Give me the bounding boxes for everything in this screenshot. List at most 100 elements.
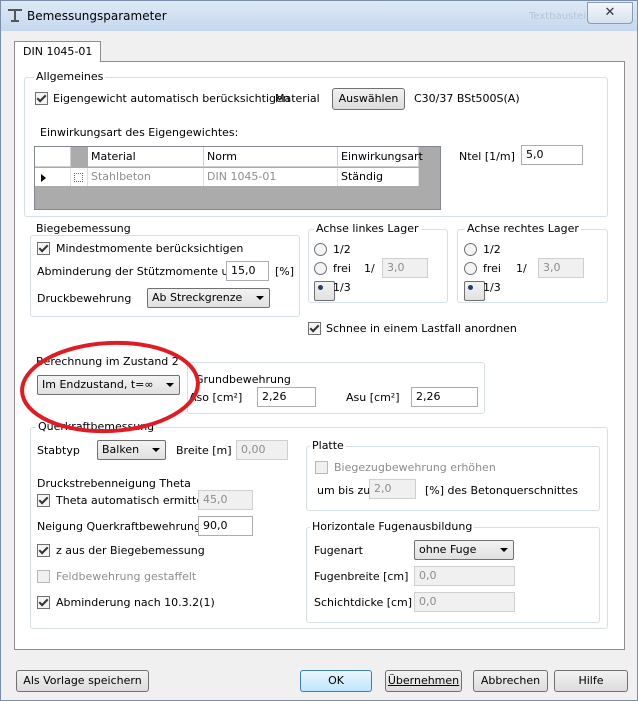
achse-links-radio-1-3[interactable]	[314, 281, 335, 301]
chevron-down-icon	[152, 448, 160, 452]
schnee-checkbox[interactable]	[308, 322, 321, 335]
aso-input[interactable]: 2,26	[257, 387, 316, 407]
feldbewehrung-label: Feldbewehrung gestaffelt	[56, 570, 197, 583]
cancel-button[interactable]: Abbrechen	[473, 670, 548, 692]
biegezug-label: Biegezugbewehrung erhöhen	[334, 461, 496, 474]
schnee-label: Schnee in einem Lastfall anordnen	[326, 322, 517, 335]
close-icon: ✕	[604, 5, 616, 20]
ntel-label: Ntel [1/m]	[459, 150, 515, 163]
breite-input[interactable]: 0,00	[236, 440, 288, 460]
achse-links-radio-frei[interactable]	[314, 262, 327, 275]
stabtyp-select[interactable]: Balken	[97, 440, 166, 460]
achse-rechts-label-1-3: 1/3	[483, 281, 501, 294]
theta-auto-label: Theta automatisch ermitteln	[56, 494, 214, 507]
auswaehlen-label: Auswählen	[338, 92, 399, 105]
um-bis-label: um bis zu	[317, 484, 371, 497]
group-label-achse-rechts: Achse rechtes Lager	[465, 222, 581, 235]
achse-links-unit: 1/	[364, 262, 375, 275]
group-label-allgemeines: Allgemeines	[34, 70, 106, 83]
tab-din-1045-01[interactable]: DIN 1045-01	[14, 41, 102, 62]
einwirkungsart-label: Einwirkungsart des Eigengewichtes:	[40, 126, 239, 139]
table-row-indicator[interactable]	[35, 168, 71, 186]
achse-rechts-label-frei: frei	[483, 262, 501, 275]
achse-links-label-1-3: 1/3	[333, 281, 351, 294]
help-button[interactable]: Hilfe	[554, 670, 628, 692]
druckbewehrung-value: Ab Streckgrenze	[152, 291, 243, 304]
eigengewicht-checkbox[interactable]	[35, 92, 48, 105]
table-row-expand[interactable]	[71, 168, 88, 186]
group-platte	[306, 446, 600, 511]
fugenbreite-input[interactable]: 0,0	[414, 566, 515, 586]
stabtyp-label: Stabtyp	[37, 444, 80, 457]
table-cell-einwirkungsart[interactable]: Ständig	[338, 168, 419, 186]
achse-rechts-radio-1-3[interactable]	[464, 281, 485, 301]
achse-rechts-label-1-2: 1/2	[483, 243, 501, 256]
abminderung-1032-label: Abminderung nach 10.3.2(1)	[56, 596, 215, 609]
cancel-label: Abbrechen	[480, 674, 541, 687]
dialog-window: Bemessungsparameter Textbaustein ✕ DIN 1…	[0, 0, 638, 701]
table-header-material: Material	[88, 147, 204, 167]
biegezug-checkbox[interactable]	[315, 461, 328, 474]
achse-links-label-frei: frei	[333, 262, 351, 275]
abminderung-unit: [%]	[275, 265, 295, 278]
material-label: Material	[275, 92, 320, 105]
help-label: Hilfe	[578, 674, 604, 687]
window-title: Bemessungsparameter	[27, 9, 167, 23]
achse-links-radio-1-2[interactable]	[314, 243, 327, 256]
schichtdicke-input[interactable]: 0,0	[414, 592, 515, 612]
mindestmomente-checkbox[interactable]	[37, 242, 50, 255]
fugenart-label: Fugenart	[314, 544, 363, 557]
z-biegebemessung-label: z aus der Biegebemessung	[56, 544, 205, 557]
um-bis-unit: [%] des Betonquerschnittes	[425, 484, 578, 497]
breite-label: Breite [m]	[176, 444, 232, 457]
beam-icon	[8, 9, 22, 22]
ok-label: OK	[328, 674, 344, 687]
abminderung-1032-checkbox[interactable]	[37, 596, 50, 609]
neigung-label: Neigung Querkraftbewehrung [°]	[37, 520, 219, 533]
schichtdicke-label: Schichtdicke [cm]	[314, 596, 413, 609]
close-button[interactable]: ✕	[587, 2, 633, 24]
stabtyp-value: Balken	[102, 443, 140, 456]
table-header-einwirkungsart: Einwirkungsart	[338, 147, 423, 167]
asu-label: Asu [cm²]	[346, 391, 400, 404]
row-pointer-icon	[41, 174, 46, 182]
neigung-input[interactable]: 90,0	[198, 516, 253, 536]
save-template-button[interactable]: Als Vorlage speichern	[16, 670, 149, 692]
expand-icon	[74, 173, 83, 182]
table-corner	[35, 147, 71, 167]
auswaehlen-button[interactable]: Auswählen	[332, 88, 405, 110]
abminderung-input[interactable]: 15,0	[226, 261, 269, 281]
achse-rechts-unit: 1/	[516, 262, 527, 275]
group-label-achse-links: Achse linkes Lager	[314, 222, 421, 235]
druckbewehrung-label: Druckbewehrung	[37, 292, 132, 305]
table-cell-norm[interactable]: DIN 1045-01	[204, 168, 338, 186]
feldbewehrung-checkbox[interactable]	[37, 570, 50, 583]
achse-rechts-radio-frei[interactable]	[464, 262, 477, 275]
achse-rechts-frei-input[interactable]: 3,0	[538, 258, 584, 278]
table-cell-material[interactable]: Stahlbeton	[88, 168, 204, 186]
um-bis-input[interactable]: 2,0	[369, 479, 416, 499]
apply-label: Übernehmen	[387, 674, 460, 687]
achse-links-frei-input[interactable]: 3,0	[382, 258, 428, 278]
title-bar[interactable]: Bemessungsparameter Textbaustein ✕	[1, 1, 637, 31]
group-label-platte: Platte	[310, 439, 346, 452]
ntel-input[interactable]: 5,0	[521, 145, 583, 165]
druckbewehrung-select[interactable]: Ab Streckgrenze	[147, 288, 270, 308]
fugenbreite-label: Fugenbreite [cm]	[314, 570, 409, 583]
mindestmomente-label: Mindestmomente berücksichtigen	[56, 242, 244, 255]
abminderung-label: Abminderung der Stützmomente um :	[37, 265, 247, 278]
z-biegebemessung-checkbox[interactable]	[37, 544, 50, 557]
material-value: C30/37 BSt500S(A)	[414, 92, 520, 105]
fugenart-select[interactable]: ohne Fuge	[414, 540, 514, 560]
group-label-grundbewehrung: Grundbewehrung	[193, 373, 293, 386]
chevron-down-icon	[500, 548, 508, 552]
theta-input[interactable]: 45,0	[198, 490, 253, 510]
achse-rechts-radio-1-2[interactable]	[464, 243, 477, 256]
group-label-biegebemessung: Biegebemessung	[34, 222, 133, 235]
ok-button[interactable]: OK	[300, 670, 372, 692]
group-label-fugen: Horizontale Fugenausbildung	[310, 520, 475, 533]
asu-input[interactable]: 2,26	[411, 387, 478, 407]
theta-auto-checkbox[interactable]	[37, 494, 50, 507]
apply-button[interactable]: Übernehmen	[385, 670, 462, 692]
chevron-down-icon	[256, 296, 264, 300]
